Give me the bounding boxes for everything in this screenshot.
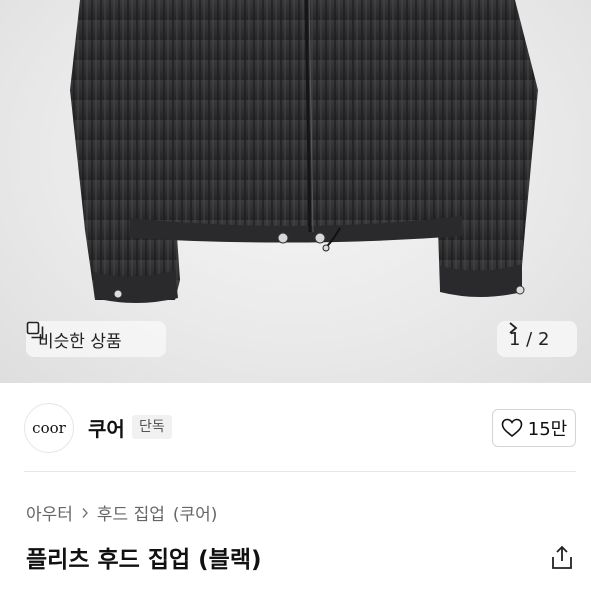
exclusive-badge: 단독 [132,415,172,439]
product-title: 플리츠 후드 집업 (블랙) [26,547,262,573]
chevron-right-icon [509,322,518,334]
breadcrumb-item[interactable]: 후드 집업 [97,500,165,525]
similar-items-icon [26,321,44,339]
share-icon[interactable] [550,545,574,571]
brand-row: coor 쿠어 단독 15만 [0,383,591,471]
breadcrumb-item[interactable]: (쿠어) [173,500,218,525]
like-button[interactable]: 15만 [492,409,576,447]
chevron-right-icon [82,507,88,518]
similar-items-label: 비슷한 상품 [38,331,122,352]
breadcrumb: 아우터 후드 집업 (쿠어) [26,500,217,525]
like-count: 15만 [527,419,568,440]
image-pager[interactable]: 1 / 2 [497,321,577,357]
brand-name[interactable]: 쿠어 [88,413,125,442]
heart-icon [501,418,523,438]
product-image-carousel[interactable]: 비슷한 상품 1 / 2 [0,0,591,383]
brand-logo[interactable]: coor [24,403,74,453]
similar-items-button[interactable]: 비슷한 상품 [26,321,166,357]
breadcrumb-item[interactable]: 아우터 [26,500,73,525]
divider [24,471,576,472]
